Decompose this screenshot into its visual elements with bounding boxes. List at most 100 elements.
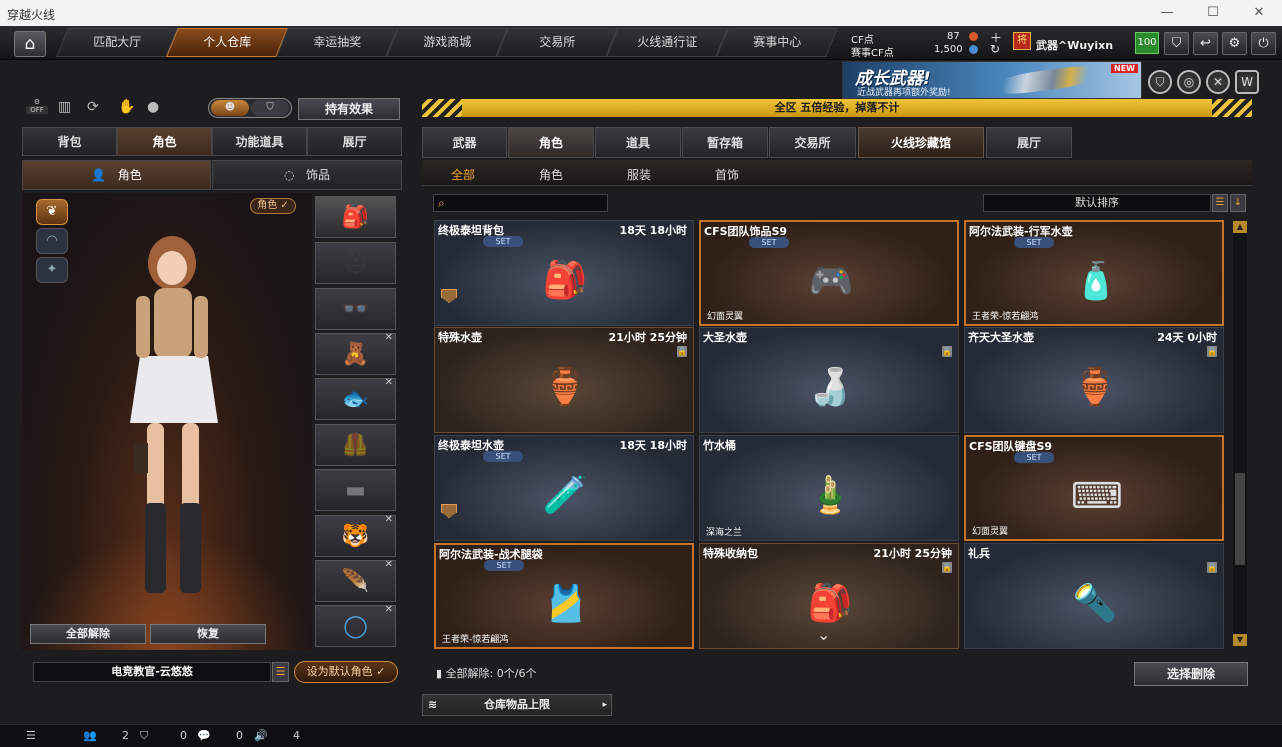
off-toggle-icon[interactable]: ⚙ OFF	[26, 98, 48, 118]
tab-trading[interactable]: 交易所	[769, 127, 856, 158]
tab-function-items[interactable]: 功能道具	[212, 127, 307, 156]
close-button[interactable]: ✕	[1236, 0, 1282, 26]
item-art-icon: 🍶	[807, 367, 853, 408]
shield-emblem-icon[interactable]: ⛉	[1148, 70, 1172, 94]
role-slot-3-icon[interactable]: ✦	[36, 257, 68, 283]
rotate-icon[interactable]: ⟳	[87, 99, 99, 115]
item-card[interactable]: 礼兵 🔦 🔒	[964, 543, 1224, 649]
tab-game-mall[interactable]: 游戏商城	[386, 28, 508, 57]
set-tag: SET	[483, 236, 523, 247]
subtab-accessories[interactable]: ◌ 饰品	[212, 160, 402, 190]
equip-slot-head[interactable]: ⛑	[315, 242, 396, 284]
speaker-icon[interactable]: 🔊	[254, 729, 268, 742]
exit-button[interactable]: ↩	[1193, 32, 1218, 55]
character-name-field[interactable]: 电竞教官-云悠悠	[33, 662, 271, 682]
chat-icon[interactable]: 💬	[197, 729, 211, 742]
item-card[interactable]: 大圣水壶 🍶 🔒	[699, 327, 959, 433]
character-list-icon[interactable]: ☰	[272, 662, 289, 682]
scroll-thumb[interactable]	[1235, 473, 1245, 565]
equip-slot-legs[interactable]: ▬	[315, 469, 396, 511]
friends-icon[interactable]: 👥	[83, 729, 97, 742]
filter-jewelry[interactable]: 首饰	[715, 166, 739, 183]
stats-icon[interactable]: ▥	[58, 99, 71, 115]
equip-slot-wings[interactable]: ✕ 🪶	[315, 559, 396, 602]
unequip-all-button[interactable]: 全部解除	[30, 624, 146, 644]
item-card[interactable]: 终极泰坦水壶 18天 18小时 SET 🧪	[434, 435, 694, 541]
pose-icon[interactable]: ✋	[118, 99, 135, 115]
view-toggle[interactable]: ☻ ⛉	[208, 98, 292, 118]
grenade-icon[interactable]: ●	[147, 99, 159, 115]
tab-temp-storage[interactable]: 暂存箱	[682, 127, 768, 158]
item-art-icon: 🎒	[542, 260, 588, 301]
equip-slot-pet[interactable]: ✕ 🧸	[315, 332, 396, 375]
scrollbar[interactable]: ▲ ▼	[1233, 221, 1247, 646]
shield-menu-button[interactable]: ⛉	[1164, 32, 1189, 55]
sort-list-icon[interactable]: ☰	[1212, 194, 1228, 212]
ring-icon: ◌	[284, 168, 295, 182]
equip-slot-mount[interactable]: ✕ 🐟	[315, 377, 396, 420]
tab-match-lobby[interactable]: 匹配大厅	[56, 28, 178, 57]
settings-button[interactable]: ⚙	[1222, 32, 1247, 55]
minimize-button[interactable]: —	[1144, 0, 1190, 26]
tab-exchange[interactable]: 交易所	[496, 28, 618, 57]
role-tag[interactable]: 角色 ✓	[250, 198, 296, 214]
sort-direction-icon[interactable]: ↓	[1230, 194, 1246, 212]
tab-personal-storage[interactable]: 个人仓库	[166, 28, 288, 57]
tab-weapons[interactable]: 武器	[422, 127, 507, 158]
equip-slot-ring[interactable]: ✕ ◯	[315, 604, 396, 647]
select-delete-button[interactable]: 选择删除	[1134, 662, 1248, 686]
maximize-button[interactable]: ☐	[1190, 0, 1236, 26]
bottom-status-bar: ☰ 👥 2 ⛉ 0 💬 0 🔊 4	[0, 724, 1282, 747]
globe-icon[interactable]: ◎	[1177, 70, 1201, 94]
item-card[interactable]: 齐天大圣水壶 24天 0小时 🏺 🔒	[964, 327, 1224, 433]
role-slot-1-icon[interactable]: ❦	[36, 199, 68, 225]
home-button[interactable]: ⌂	[14, 31, 46, 57]
set-default-character-button[interactable]: 设为默认角色 ✓	[294, 661, 398, 683]
scroll-more-icon[interactable]: ⌄	[817, 625, 830, 644]
storage-limit-bar[interactable]: ≋ 仓库物品上限 ▸	[422, 694, 612, 716]
tab-items[interactable]: 道具	[595, 127, 681, 158]
equip-slot-mask[interactable]: ✕ 🐯	[315, 514, 396, 557]
search-input[interactable]: ⌕	[433, 194, 608, 212]
tab-event-center[interactable]: 赛事中心	[716, 28, 838, 57]
item-card[interactable]: 阿尔法武装-战术腿袋 SET 🎽 王者荣-惊若翩鸿	[434, 543, 694, 649]
filter-clothing[interactable]: 服装	[627, 166, 651, 183]
scroll-down-icon[interactable]: ▼	[1233, 634, 1247, 646]
equip-slot-eyes[interactable]: 👓	[315, 288, 396, 330]
power-button[interactable]: ⏻	[1251, 32, 1276, 55]
item-card[interactable]: CFS团队键盘S9 SET ⌨ 幻面灵翼	[964, 435, 1224, 541]
subtab-character[interactable]: 👤 角色	[22, 160, 211, 190]
effects-button[interactable]: 持有效果	[298, 98, 400, 120]
weapon-art	[993, 62, 1103, 98]
equip-slot-back[interactable]: 🎒	[315, 196, 396, 238]
tab-characters[interactable]: 角色	[508, 127, 594, 158]
item-art-icon: 🧴	[1073, 261, 1119, 302]
item-card[interactable]: CFS团队饰品S9 SET 🎮 幻面灵翼	[699, 220, 959, 326]
tab-showroom[interactable]: 展厅	[307, 127, 402, 156]
shield-status-icon[interactable]: ⛉	[140, 729, 148, 743]
item-card[interactable]: 竹水桶 🎍 深海之兰	[699, 435, 959, 541]
item-card[interactable]: 阿尔法武装-行军水壶 SET 🧴 王者荣-惊若翩鸿	[964, 220, 1224, 326]
menu-icon[interactable]: ☰	[26, 729, 36, 742]
crossed-weapons-icon[interactable]: ✕	[1206, 70, 1230, 94]
scroll-up-icon[interactable]: ▲	[1233, 221, 1247, 233]
wings-icon[interactable]: W	[1235, 70, 1259, 94]
rank-badge: 将	[1013, 32, 1031, 50]
filter-all[interactable]: 全部	[451, 166, 475, 183]
item-card[interactable]: 终极泰坦背包 18天 18小时 SET 🎒	[434, 220, 694, 326]
tab-lucky-draw[interactable]: 幸运抽奖	[276, 28, 398, 57]
equip-slot-body[interactable]: 🦺	[315, 424, 396, 466]
restore-button[interactable]: 恢复	[150, 624, 266, 644]
tab-battle-pass[interactable]: 火线通行证	[606, 28, 728, 57]
filter-character[interactable]: 角色	[539, 166, 563, 183]
tab-gallery[interactable]: 展厅	[986, 127, 1072, 158]
refresh-icon[interactable]: ↻	[990, 42, 1000, 56]
character-view-icon: ☻	[211, 100, 249, 116]
sort-dropdown[interactable]: 默认排序	[983, 194, 1211, 212]
item-card[interactable]: 特殊水壶 21小时 25分钟 🏺 🔒	[434, 327, 694, 433]
tab-backpack[interactable]: 背包	[22, 127, 117, 156]
tab-character[interactable]: 角色	[117, 127, 212, 156]
role-slot-2-icon[interactable]: ◠	[36, 228, 68, 254]
tab-collection[interactable]: 火线珍藏馆	[858, 127, 984, 158]
promo-banner[interactable]: 成长武器! 近战武器再项额外奖励! NEW	[842, 61, 1142, 99]
